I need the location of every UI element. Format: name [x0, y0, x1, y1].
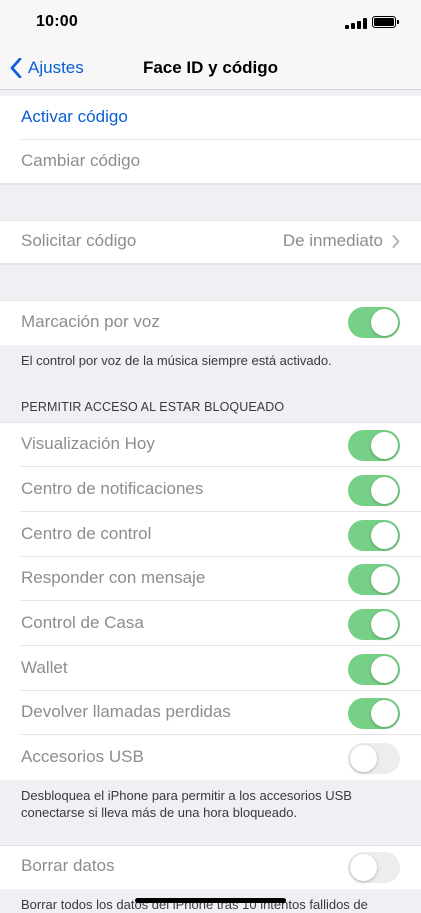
return-missed-calls-label: Devolver llamadas perdidas	[21, 702, 231, 721]
divider	[21, 645, 421, 646]
toggle-knob	[371, 477, 398, 504]
voice-dial-row: Marcación por voz	[0, 300, 421, 345]
toggle-knob	[350, 854, 377, 881]
change-passcode-row: Cambiar código	[0, 140, 421, 184]
list-item-notification-center: Centro de notificaciones	[0, 468, 421, 512]
battery-icon	[372, 16, 399, 28]
today-view-label: Visualización Hoy	[21, 434, 155, 453]
return-missed-calls-toggle[interactable]	[348, 698, 400, 729]
divider	[21, 466, 421, 467]
back-button-label: Ajustes	[28, 58, 84, 77]
erase-data-toggle[interactable]	[348, 852, 400, 883]
toggle-knob	[371, 700, 398, 727]
list-item-wallet: Wallet	[0, 647, 421, 691]
back-button[interactable]: Ajustes	[10, 56, 84, 80]
voice-dial-toggle[interactable]	[348, 307, 400, 338]
divider	[21, 734, 421, 735]
divider	[21, 600, 421, 601]
activate-passcode-row[interactable]: Activar código	[0, 96, 421, 140]
status-bar: 10:00	[0, 0, 421, 48]
toggle-knob	[371, 522, 398, 549]
voice-dial-label: Marcación por voz	[21, 312, 160, 331]
erase-data-row: Borrar datos	[0, 845, 421, 889]
reply-with-message-toggle[interactable]	[348, 564, 400, 595]
toggle-knob	[371, 309, 398, 336]
voice-dial-footer: El control por voz de la música siempre …	[21, 353, 332, 368]
notification-center-label: Centro de notificaciones	[21, 479, 204, 498]
chevron-left-icon	[10, 58, 22, 78]
list-item-today-view: Visualización Hoy	[0, 423, 421, 467]
navigation-bar: Face ID y código Ajustes	[0, 48, 421, 90]
list-item-control-center: Centro de control	[0, 513, 421, 557]
list-item-home-control: Control de Casa	[0, 602, 421, 646]
toggle-knob	[371, 566, 398, 593]
list-item-reply-with-message: Responder con mensaje	[0, 557, 421, 601]
home-control-label: Control de Casa	[21, 613, 144, 632]
control-center-toggle[interactable]	[348, 520, 400, 551]
list-item-usb-accessories: Accesorios USB	[0, 736, 421, 780]
status-time: 10:00	[36, 13, 78, 30]
reply-with-message-label: Responder con mensaje	[21, 568, 206, 587]
divider	[21, 511, 421, 512]
chevron-right-icon	[392, 235, 400, 248]
change-passcode-label: Cambiar código	[21, 151, 141, 170]
control-center-label: Centro de control	[21, 524, 152, 543]
toggle-knob	[350, 745, 377, 772]
notification-center-toggle[interactable]	[348, 475, 400, 506]
activate-passcode-label: Activar código	[21, 107, 128, 126]
section-spacer	[0, 184, 421, 220]
today-view-toggle[interactable]	[348, 430, 400, 461]
toggle-knob	[371, 656, 398, 683]
cellular-signal-icon	[345, 18, 367, 29]
locked-access-list: Visualización Hoy Centro de notificacion…	[0, 422, 421, 780]
locked-access-header: PERMITIR ACCESO AL ESTAR BLOQUEADO	[21, 400, 285, 414]
require-passcode-value: De inmediato	[282, 231, 383, 250]
usb-accessories-label: Accesorios USB	[21, 747, 144, 766]
list-item-return-missed-calls: Devolver llamadas perdidas	[0, 691, 421, 735]
wallet-label: Wallet	[21, 658, 68, 677]
section-spacer	[0, 264, 421, 300]
erase-data-label: Borrar datos	[21, 856, 115, 875]
usb-accessories-toggle[interactable]	[348, 743, 400, 774]
wallet-toggle[interactable]	[348, 654, 400, 685]
toggle-knob	[371, 611, 398, 638]
require-passcode-label: Solicitar código	[21, 231, 137, 250]
usb-accessories-footer: Desbloquea el iPhone para permitir a los…	[21, 788, 352, 820]
require-passcode-row: Solicitar código De inmediato	[0, 220, 421, 264]
home-indicator[interactable]	[135, 898, 286, 903]
toggle-knob	[371, 432, 398, 459]
home-control-toggle[interactable]	[348, 609, 400, 640]
